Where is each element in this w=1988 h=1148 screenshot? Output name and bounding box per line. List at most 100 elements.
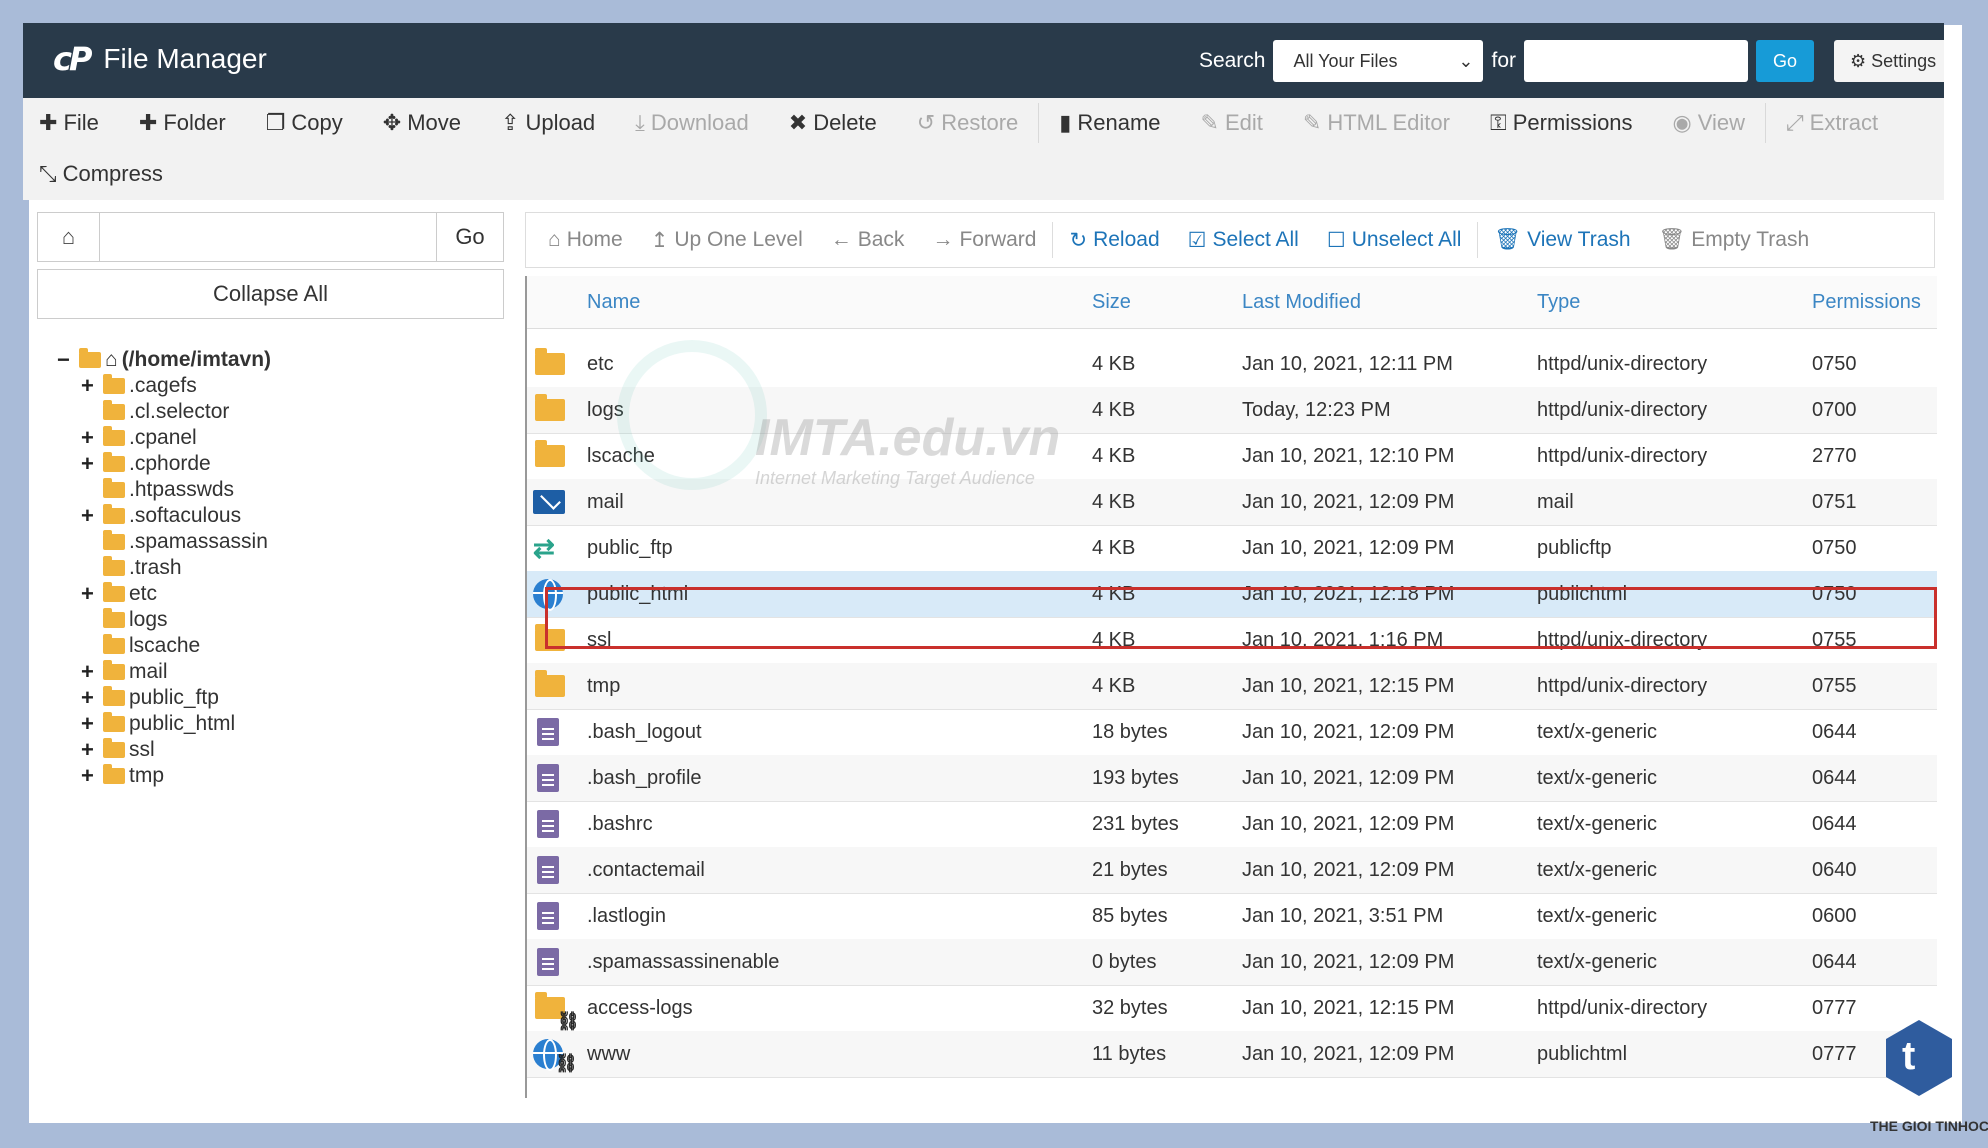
view-button[interactable]: ◉ View [1653, 110, 1766, 136]
table-row[interactable]: .bash_profile 193 bytes Jan 10, 2021, 12:0… [527, 755, 1937, 802]
collapse-all-button[interactable]: Collapse All [37, 269, 504, 319]
copy-button[interactable]: ❐ Copy [246, 110, 363, 136]
folder-icon [103, 582, 125, 602]
table-row[interactable]: .bash_logout 18 bytes Jan 10, 2021, 12:09 … [527, 709, 1937, 756]
reload-button[interactable]: ↻ Reload [1055, 228, 1173, 253]
file-type: httpd/unix-directory [1537, 398, 1708, 421]
file-button[interactable]: ✚ File [23, 110, 119, 136]
file-name: access-logs [587, 996, 693, 1019]
empty-trash-button[interactable]: 🗑 Empty Trash [1645, 228, 1824, 252]
table-row[interactable]: .lastlogin 85 bytes Jan 10, 2021, 3:51 PM t… [527, 893, 1937, 940]
column-header-permissions[interactable]: Permissions [1812, 291, 1921, 314]
column-header-last-modified[interactable]: Last Modified [1242, 291, 1361, 314]
times-icon: ✖ [788, 110, 808, 135]
empty-trash-icon: 🗑 [1658, 228, 1686, 251]
tree-item-label: .trash [129, 556, 182, 579]
rename-button[interactable]: ▮ Rename [1039, 110, 1180, 136]
file-modified: Today, 12:23 PM [1242, 398, 1391, 421]
table-row[interactable]: .contactemail 21 bytes Jan 10, 2021, 12:09… [527, 847, 1937, 894]
up-one-level-button[interactable]: ↥ Up One Level [637, 228, 817, 253]
file-permissions: 0644 [1812, 766, 1857, 789]
expand-icon[interactable]: + [81, 659, 99, 685]
expand-icon[interactable]: + [81, 685, 99, 711]
table-header: Name Size Last Modified Type Permissions [527, 276, 1937, 329]
expand-icon[interactable]: + [81, 503, 99, 529]
search-scope-select[interactable]: All Your Files ⌄ [1273, 40, 1484, 82]
file-icon [537, 856, 559, 884]
file-permissions: 0750 [1812, 352, 1857, 375]
file-modified: Jan 10, 2021, 12:09 PM [1242, 858, 1455, 881]
tree-item-label: .htpasswds [129, 478, 235, 501]
table-row[interactable]: ⛓ www 11 bytes Jan 10, 2021, 12:09 PM public… [527, 1031, 1937, 1078]
file-type: httpd/unix-directory [1537, 628, 1708, 651]
edit-button[interactable]: ✎ Edit [1181, 110, 1283, 136]
table-row[interactable]: .bashrc 231 bytes Jan 10, 2021, 12:09 PM te… [527, 801, 1937, 848]
settings-button[interactable]: ⚙ Settings [1834, 40, 1944, 82]
table-row[interactable]: ⛓ access-logs 32 bytes Jan 10, 2021, 12:15 … [527, 985, 1937, 1032]
file-size: 4 KB [1092, 674, 1136, 697]
tree-item[interactable]: + tmp [81, 761, 164, 791]
unselect-all-icon: ☐ [1326, 228, 1346, 252]
expand-icon[interactable]: + [81, 763, 99, 789]
expand-icon[interactable]: + [81, 581, 99, 607]
file-icon [537, 810, 559, 838]
download-button[interactable]: ⤓ Download [615, 110, 769, 136]
html-editor-button[interactable]: ✎ HTML Editor [1283, 110, 1470, 136]
file-size: 231 bytes [1092, 812, 1179, 835]
view-label: View [1697, 110, 1746, 135]
extract-label: Extract [1809, 110, 1879, 135]
table-row[interactable]: ssl 4 KB Jan 10, 2021, 1:16 PM httpd/unix-d… [527, 617, 1937, 664]
column-header-size[interactable]: Size [1092, 291, 1131, 314]
table-row[interactable]: .spamassassinenable 0 bytes Jan 10, 2021, … [527, 939, 1937, 986]
file-name: ssl [587, 628, 612, 651]
path-input[interactable] [100, 213, 437, 261]
view-trash-label: View Trash [1527, 228, 1631, 251]
plus-icon: ✚ [39, 110, 58, 135]
folder-icon [103, 504, 125, 524]
table-row[interactable]: tmp 4 KB Jan 10, 2021, 12:15 PM httpd/unix-… [527, 663, 1937, 710]
column-header-type[interactable]: Type [1537, 291, 1580, 314]
table-row[interactable]: public_html 4 KB Jan 10, 2021, 12:18 PM pub… [527, 571, 1937, 618]
file-size: 4 KB [1092, 536, 1136, 559]
file-type: publicftp [1537, 536, 1612, 559]
expand-icon[interactable]: + [81, 737, 99, 763]
forward-button[interactable]: → Forward [918, 228, 1050, 252]
back-button[interactable]: ← Back [817, 228, 919, 252]
permissions-button[interactable]: ⚿ Permissions [1470, 110, 1653, 136]
restore-button[interactable]: ↺ Restore [897, 110, 1038, 136]
table-row[interactable]: ⇄ public_ftp 4 KB Jan 10, 2021, 12:09 PM pub… [527, 525, 1937, 572]
expand-icon[interactable]: + [81, 373, 99, 399]
select-all-button[interactable]: ☑ Select All [1174, 228, 1313, 253]
folder-link-icon: ⛓ [535, 992, 580, 1031]
folder-icon [103, 634, 125, 654]
folder-button[interactable]: ✚ Folder [119, 110, 246, 136]
home-button[interactable]: ⌂ Home [534, 228, 637, 252]
expand-icon[interactable]: + [81, 425, 99, 451]
extract-button[interactable]: ⤢ Extract [1766, 110, 1898, 136]
column-header-name[interactable]: Name [587, 291, 640, 314]
delete-button[interactable]: ✖ Delete [769, 110, 897, 136]
unselect-all-button[interactable]: ☐ Unselect All [1313, 228, 1476, 253]
copy-label: Copy [291, 110, 343, 135]
collapse-icon[interactable]: − [57, 347, 75, 373]
view-trash-button[interactable]: 🗑 View Trash [1480, 228, 1644, 252]
file-type: publichtml [1537, 582, 1628, 605]
path-go-button[interactable]: Go [437, 213, 503, 261]
compress-button[interactable]: ⤡ Compress [23, 161, 183, 187]
file-permissions: 0755 [1812, 628, 1857, 651]
file-modified: Jan 10, 2021, 12:09 PM [1242, 812, 1455, 835]
table-row[interactable]: mail 4 KB Jan 10, 2021, 12:09 PM mail 0751 [527, 479, 1937, 526]
watermark-title: IMTA.edu.vn [755, 409, 1061, 467]
upload-button[interactable]: ⇪ Upload [481, 110, 615, 136]
move-button[interactable]: ✥ Move [363, 110, 481, 136]
search-input[interactable] [1524, 40, 1748, 82]
expand-icon[interactable]: + [81, 711, 99, 737]
tree-item-label: ssl [129, 738, 155, 761]
search-go-button[interactable]: Go [1756, 40, 1814, 82]
home-icon[interactable]: ⌂ [38, 213, 100, 261]
expand-icon[interactable]: + [81, 451, 99, 477]
mail-icon [533, 490, 565, 514]
compress-icon: ⤡ [39, 161, 57, 186]
file-permissions: 0755 [1812, 674, 1857, 697]
brand[interactable]: cP File Manager [53, 40, 267, 78]
